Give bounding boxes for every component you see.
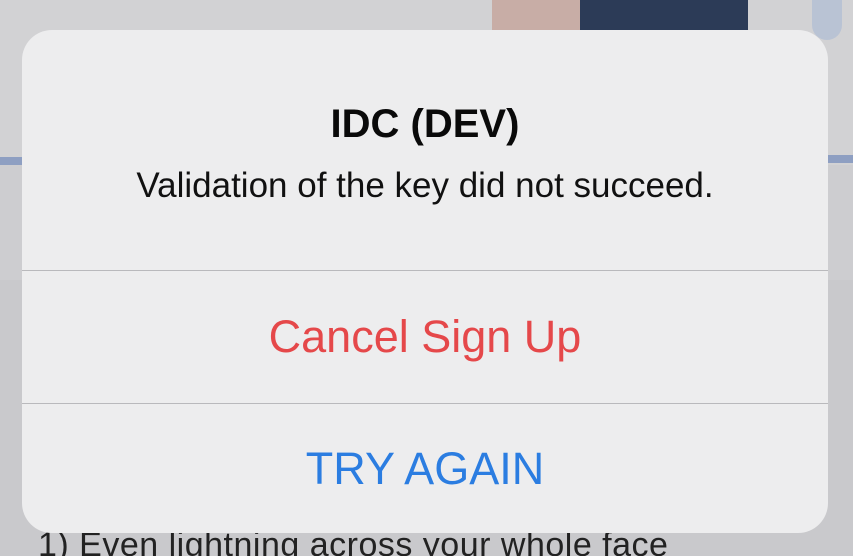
background-accent-line — [0, 157, 24, 165]
alert-dialog: IDC (DEV) Validation of the key did not … — [22, 30, 828, 533]
background-illustration-shirt — [580, 0, 748, 32]
screen: 1) Even lightning across your whole face… — [0, 0, 853, 556]
alert-message: Validation of the key did not succeed. — [136, 166, 714, 205]
background-illustration — [492, 0, 582, 32]
cancel-sign-up-button[interactable]: Cancel Sign Up — [22, 271, 828, 403]
try-again-button[interactable]: TRY AGAIN — [22, 404, 828, 533]
alert-title: IDC (DEV) — [330, 102, 520, 146]
alert-header: IDC (DEV) Validation of the key did not … — [22, 30, 828, 270]
background-accent-line — [828, 155, 853, 163]
